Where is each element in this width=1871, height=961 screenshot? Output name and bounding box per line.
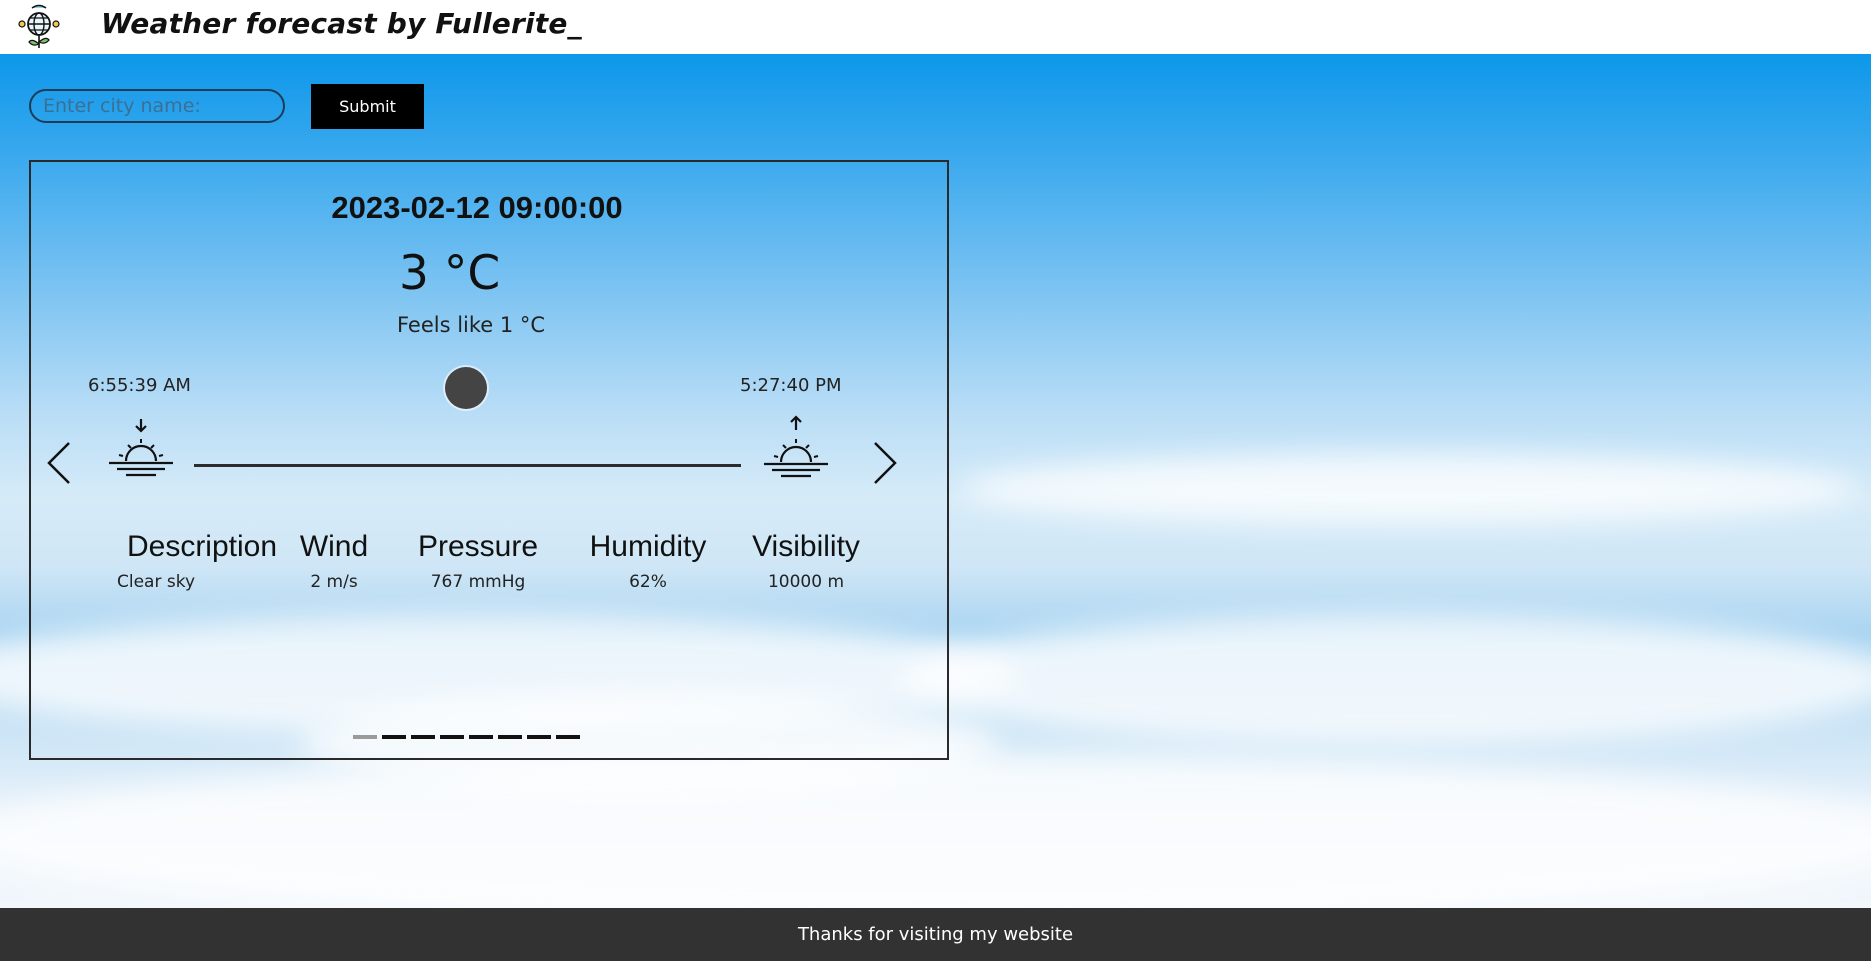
pager-dot[interactable] — [556, 735, 580, 739]
stat-label: Wind — [299, 530, 369, 563]
stat-value: 62% — [629, 572, 667, 592]
feels-like: Feels like 1 °C — [397, 313, 546, 337]
site-title: Weather forecast by Fullerite_ — [101, 7, 582, 40]
pager-dot[interactable] — [498, 735, 522, 739]
stat-value: Clear sky — [117, 572, 196, 592]
sunset-icon — [764, 415, 828, 478]
stat-visibility: Visibility 10000 m — [726, 530, 886, 592]
chevron-right-icon[interactable] — [871, 441, 899, 485]
site-header: Weather forecast by Fullerite_ — [0, 0, 1871, 54]
sun-path-line — [194, 464, 741, 467]
forecast-pager — [353, 735, 580, 739]
stat-humidity: Humidity 62% — [568, 530, 728, 592]
stat-label: Description — [126, 530, 278, 563]
forecast-card: 2023-02-12 09:00:00 3 °C Feels like 1 °C… — [29, 160, 949, 760]
temperature: 3 °C — [399, 246, 501, 301]
pager-dot[interactable] — [382, 735, 406, 739]
pager-dot[interactable] — [440, 735, 464, 739]
stat-description: Description Clear sky — [107, 530, 297, 592]
stat-pressure: Pressure 767 mmHg — [403, 530, 553, 592]
stat-value: 767 mmHg — [430, 572, 526, 592]
stat-value: 2 m/s — [310, 572, 358, 592]
sunrise-time: 6:55:39 AM — [88, 375, 191, 396]
pager-dot[interactable] — [411, 735, 435, 739]
stat-wind: Wind 2 m/s — [289, 530, 379, 592]
stat-label: Humidity — [589, 530, 707, 563]
pager-dot[interactable] — [353, 735, 377, 739]
pager-dot[interactable] — [527, 735, 551, 739]
pager-dot[interactable] — [469, 735, 493, 739]
city-search-input[interactable] — [29, 89, 285, 123]
stat-label: Pressure — [417, 530, 539, 563]
forecast-datetime: 2023-02-12 09:00:00 — [331, 190, 623, 225]
sunset-time: 5:27:40 PM — [740, 375, 842, 396]
sun-position-indicator — [445, 367, 487, 409]
sunrise-icon — [109, 419, 173, 477]
site-footer: Thanks for visiting my website — [0, 908, 1871, 961]
globe-weather-logo-icon — [18, 4, 60, 48]
chevron-left-icon[interactable] — [45, 441, 73, 485]
stat-value: 10000 m — [767, 572, 845, 592]
submit-button[interactable]: Submit — [311, 84, 424, 129]
stat-label: Visibility — [752, 530, 860, 563]
